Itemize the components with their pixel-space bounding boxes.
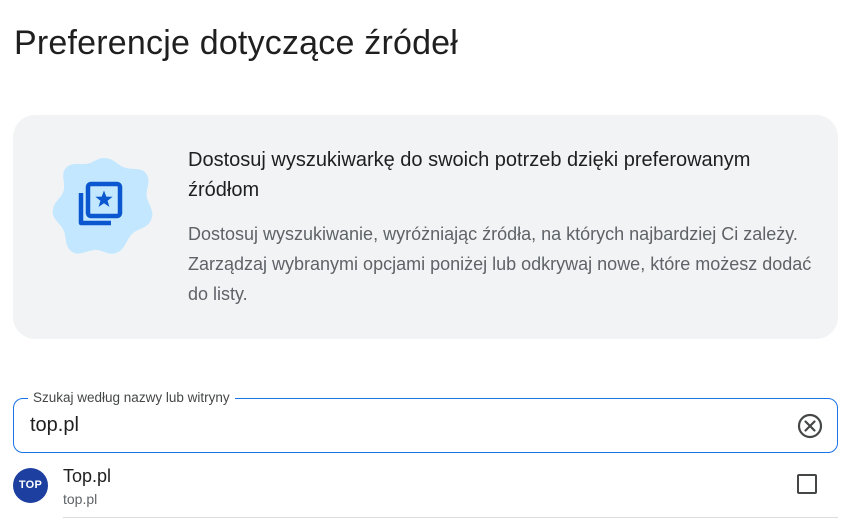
source-result-row[interactable]: TOP Top.pl top.pl: [0, 460, 850, 518]
select-source-checkbox[interactable]: [797, 474, 817, 494]
source-search-field[interactable]: Szukaj według nazwy lub witryny: [13, 389, 838, 453]
source-logo: TOP: [13, 468, 48, 503]
search-field-label: Szukaj według nazwy lub witryny: [28, 389, 235, 407]
clear-search-button[interactable]: [797, 413, 823, 439]
promo-heading: Dostosuj wyszukiwarkę do swoich potrzeb …: [188, 149, 751, 201]
promo-description: Dostosuj wyszukiwanie, wyróżniając źródł…: [188, 224, 812, 304]
source-domain: top.pl: [63, 491, 98, 507]
clear-circle-icon: [797, 413, 823, 439]
photo-library-star-icon: [51, 153, 157, 259]
promo-text: Dostosuj wyszukiwarkę do swoich potrzeb …: [188, 145, 818, 309]
preferred-sources-promo-card: Dostosuj wyszukiwarkę do swoich potrzeb …: [13, 115, 838, 339]
source-name: Top.pl: [63, 466, 112, 486]
page-title: Preferencje dotyczące źródeł: [14, 24, 459, 62]
search-input[interactable]: [30, 409, 770, 441]
row-divider: [63, 517, 838, 518]
